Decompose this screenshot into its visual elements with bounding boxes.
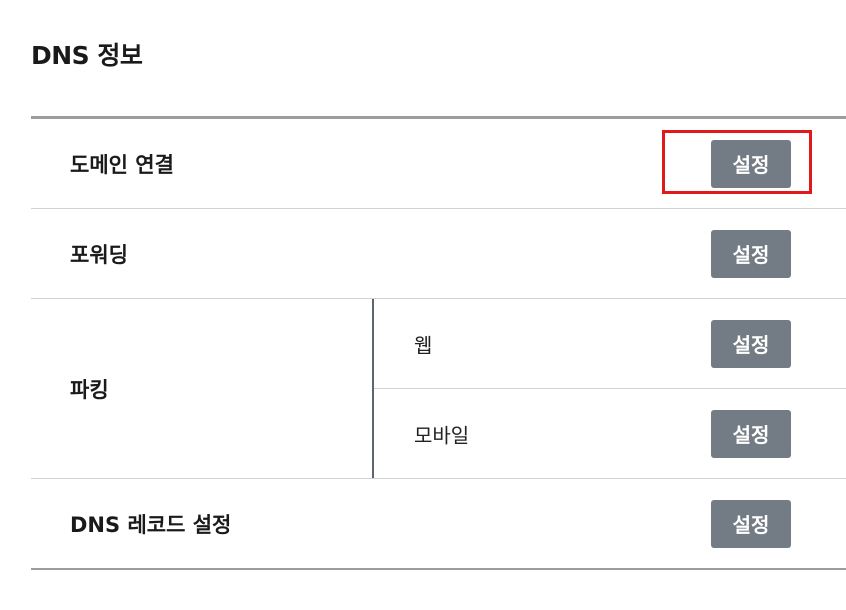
domain-connect-settings-button[interactable]: 설정: [711, 139, 791, 188]
domain-connect-label: 도메인 연결: [70, 152, 174, 177]
parking-row-mobile: 모바일 설정: [374, 389, 846, 478]
dns-record-label: DNS 레코드 설정: [70, 512, 232, 537]
page-title: DNS 정보: [31, 41, 143, 70]
parking-mobile-label: 모바일: [414, 423, 470, 447]
dns-record-settings-button[interactable]: 설정: [711, 499, 791, 548]
table-row-dns-record: DNS 레코드 설정 설정: [31, 479, 846, 570]
table-row-forwarding: 포워딩 설정: [31, 209, 846, 299]
parking-web-settings-button[interactable]: 설정: [711, 319, 791, 368]
parking-row-web: 웹 설정: [374, 299, 846, 389]
forwarding-label: 포워딩: [70, 242, 128, 267]
parking-sub-rows: 웹 설정 모바일 설정: [372, 299, 846, 478]
parking-label: 파킹: [70, 377, 109, 402]
table-row-parking: 파킹 웹 설정 모바일 설정: [31, 299, 846, 479]
forwarding-settings-button[interactable]: 설정: [711, 229, 791, 278]
dns-settings-table: 도메인 연결 설정 포워딩 설정 파킹 웹 설정 모바일 설정 DNS 레코드 …: [31, 116, 846, 570]
table-row-domain-connect: 도메인 연결 설정: [31, 119, 846, 209]
parking-mobile-settings-button[interactable]: 설정: [711, 409, 791, 458]
parking-web-label: 웹: [414, 333, 433, 357]
